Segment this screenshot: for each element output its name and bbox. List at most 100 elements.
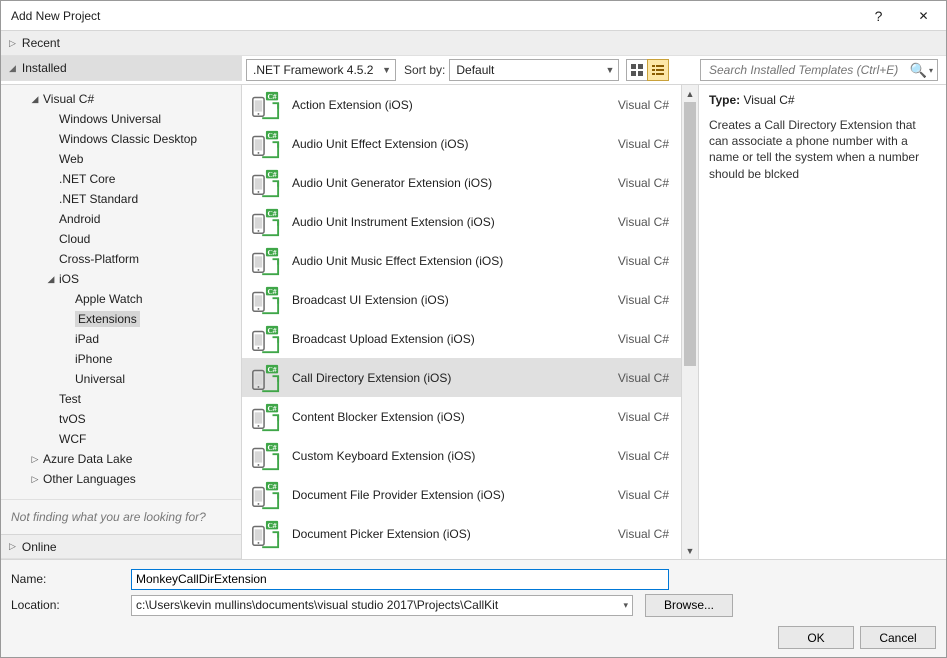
template-lang: Visual C# [618,254,669,268]
location-value: c:\Users\kevin mullins\documents\visual … [136,598,498,612]
tree-item[interactable]: ▷Test [1,389,241,409]
template-row[interactable]: C#Custom Keyboard Extension (iOS)Visual … [242,436,681,475]
template-row[interactable]: C# Audio Unit Generator Extension (iOS)Vi… [242,163,681,202]
tree-item[interactable]: ▷Windows Universal [1,109,241,129]
template-name: Audio Unit Music Effect Extension (iOS) [292,254,618,268]
template-name: Audio Unit Generator Extension (iOS) [292,176,618,190]
template-icon: C# [250,363,280,393]
tree-item[interactable]: ▷Cross-Platform [1,249,241,269]
template-lang: Visual C# [618,371,669,385]
template-lang: Visual C# [618,137,669,151]
tree-item[interactable]: ▷tvOS [1,409,241,429]
chevron-right-icon: ▷ [9,541,16,552]
template-lang: Visual C# [618,332,669,346]
detail-type-label: Type: [709,93,740,107]
detail-panel: Type: Visual C# Creates a Call Directory… [698,85,946,559]
svg-text:C#: C# [267,403,276,412]
template-icon: C# [250,168,280,198]
template-name: Call Directory Extension (iOS) [292,371,618,385]
ok-button[interactable]: OK [778,626,854,649]
svg-text:C#: C# [267,481,276,490]
tree-item[interactable]: ▷Android [1,209,241,229]
chevron-down-icon: ◢ [9,63,16,74]
svg-text:C#: C# [267,364,276,373]
category-tree[interactable]: ◢Visual C#▷Windows Universal▷Windows Cla… [1,85,241,499]
view-list-button[interactable] [647,59,669,81]
template-name: Document File Provider Extension (iOS) [292,488,618,502]
tree-item[interactable]: ▷Other Languages [1,469,241,489]
template-row[interactable]: C# Audio Unit Music Effect Extension (iOS… [242,241,681,280]
template-icon: C# [250,324,280,354]
framework-dropdown[interactable]: .NET Framework 4.5.2 ▼ [246,59,396,81]
tree-item[interactable]: ◢Visual C# [1,89,241,109]
template-row[interactable]: C#Document Picker Extension (iOS)Visual … [242,514,681,553]
svg-text:C#: C# [267,247,276,256]
template-lang: Visual C# [618,527,669,541]
scroll-up-icon[interactable]: ▲ [682,85,698,102]
scrollbar[interactable]: ▲ ▼ [681,85,698,559]
tree-item[interactable]: ▷WCF [1,429,241,449]
template-lang: Visual C# [618,176,669,190]
template-lang: Visual C# [618,293,669,307]
close-button[interactable]: ✕ [901,1,946,30]
chevron-down-icon: ◢ [29,94,41,105]
template-lang: Visual C# [618,449,669,463]
template-row[interactable]: C#Broadcast Upload Extension (iOS)Visual… [242,319,681,358]
titlebar: Add New Project ? ✕ [1,1,946,31]
tree-item[interactable]: ▷Extensions [1,309,241,329]
view-grid-button[interactable] [626,59,648,81]
template-row[interactable]: C#Audio Unit Instrument Extension (iOS)V… [242,202,681,241]
help-button[interactable]: ? [856,1,901,30]
template-name: Document Picker Extension (iOS) [292,527,618,541]
location-dropdown[interactable]: c:\Users\kevin mullins\documents\visual … [131,595,633,616]
template-name: Audio Unit Effect Extension (iOS) [292,137,618,151]
name-input[interactable] [131,569,669,590]
category-panel: ◢Visual C#▷Windows Universal▷Windows Cla… [1,85,242,559]
tree-item[interactable]: ▷Windows Classic Desktop [1,129,241,149]
tree-item[interactable]: ▷.NET Standard [1,189,241,209]
tree-item[interactable]: ▷Cloud [1,229,241,249]
template-icon: C# [250,480,280,510]
template-lang: Visual C# [618,410,669,424]
tree-item[interactable]: ▷Universal [1,369,241,389]
template-row[interactable]: C#Content Blocker Extension (iOS)Visual … [242,397,681,436]
template-row[interactable]: C#Broadcast UI Extension (iOS)Visual C# [242,280,681,319]
tree-item[interactable]: ▷.NET Core [1,169,241,189]
tree-item[interactable]: ▷Apple Watch [1,289,241,309]
tree-item-label: Test [59,392,81,406]
bottom-form: Name: Location: c:\Users\kevin mullins\d… [1,559,946,657]
section-recent[interactable]: ▷ Recent [1,31,946,56]
template-row[interactable]: C# Document File Provider Extension (iOS)… [242,475,681,514]
not-finding-link[interactable]: Not finding what you are looking for? [1,499,241,534]
svg-text:C#: C# [267,286,276,295]
section-online-label: Online [22,540,57,554]
tree-item-label: WCF [59,432,86,446]
tree-item[interactable]: ▷Azure Data Lake [1,449,241,469]
section-online[interactable]: ▷ Online [1,534,241,559]
template-name: Audio Unit Instrument Extension (iOS) [292,215,618,229]
tree-item[interactable]: ▷iPad [1,329,241,349]
list-icon [651,63,665,77]
tree-item[interactable]: ▷iPhone [1,349,241,369]
tree-item[interactable]: ▷Web [1,149,241,169]
section-installed[interactable]: ◢ Installed [1,56,242,81]
sortby-dropdown[interactable]: Default ▼ [449,59,619,81]
template-icon: C# [250,441,280,471]
tree-item-label: Windows Universal [59,112,161,126]
cancel-button[interactable]: Cancel [860,626,936,649]
template-list[interactable]: C#Action Extension (iOS)Visual C#C#Audio… [242,85,681,559]
tree-item[interactable]: ◢iOS [1,269,241,289]
template-row[interactable]: C#Action Extension (iOS)Visual C# [242,85,681,124]
tree-item-label: Other Languages [43,472,136,486]
search-input[interactable] [707,62,906,78]
tree-item-label: Windows Classic Desktop [59,132,197,146]
template-lang: Visual C# [618,488,669,502]
scroll-down-icon[interactable]: ▼ [682,542,698,559]
tree-item-label: Cross-Platform [59,252,139,266]
template-row[interactable]: C#Audio Unit Effect Extension (iOS)Visua… [242,124,681,163]
scroll-thumb[interactable] [684,102,696,366]
location-label: Location: [11,598,131,612]
search-input-container[interactable]: 🔍 ▾ [700,59,938,81]
browse-button[interactable]: Browse... [645,594,733,617]
template-row[interactable]: C# Call Directory Extension (iOS)Visual C… [242,358,681,397]
